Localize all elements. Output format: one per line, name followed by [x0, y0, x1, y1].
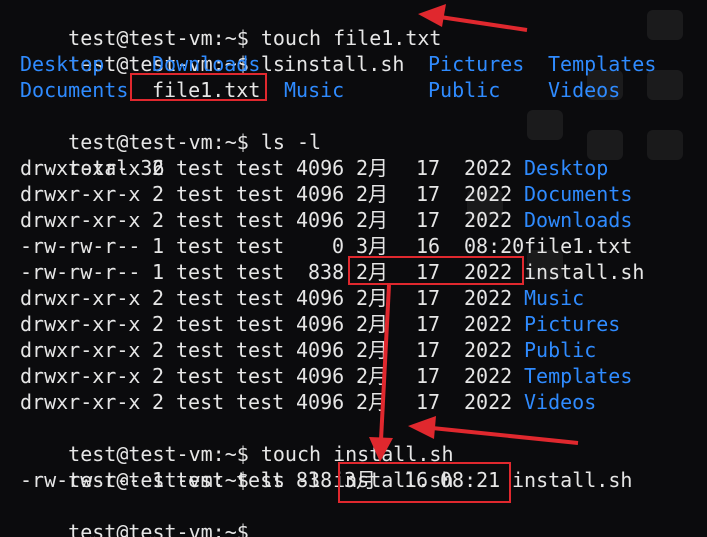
arrowhead	[418, 4, 446, 27]
arrow-line	[379, 284, 391, 441]
annotation-arrows	[369, 4, 579, 462]
arrow-line	[431, 426, 579, 445]
arrow-line	[439, 15, 528, 32]
arrowhead	[408, 416, 436, 439]
arrowhead	[369, 437, 393, 462]
terminal-window[interactable]: test@test-vm:~$ touch file1.txt test@tes…	[0, 0, 707, 537]
